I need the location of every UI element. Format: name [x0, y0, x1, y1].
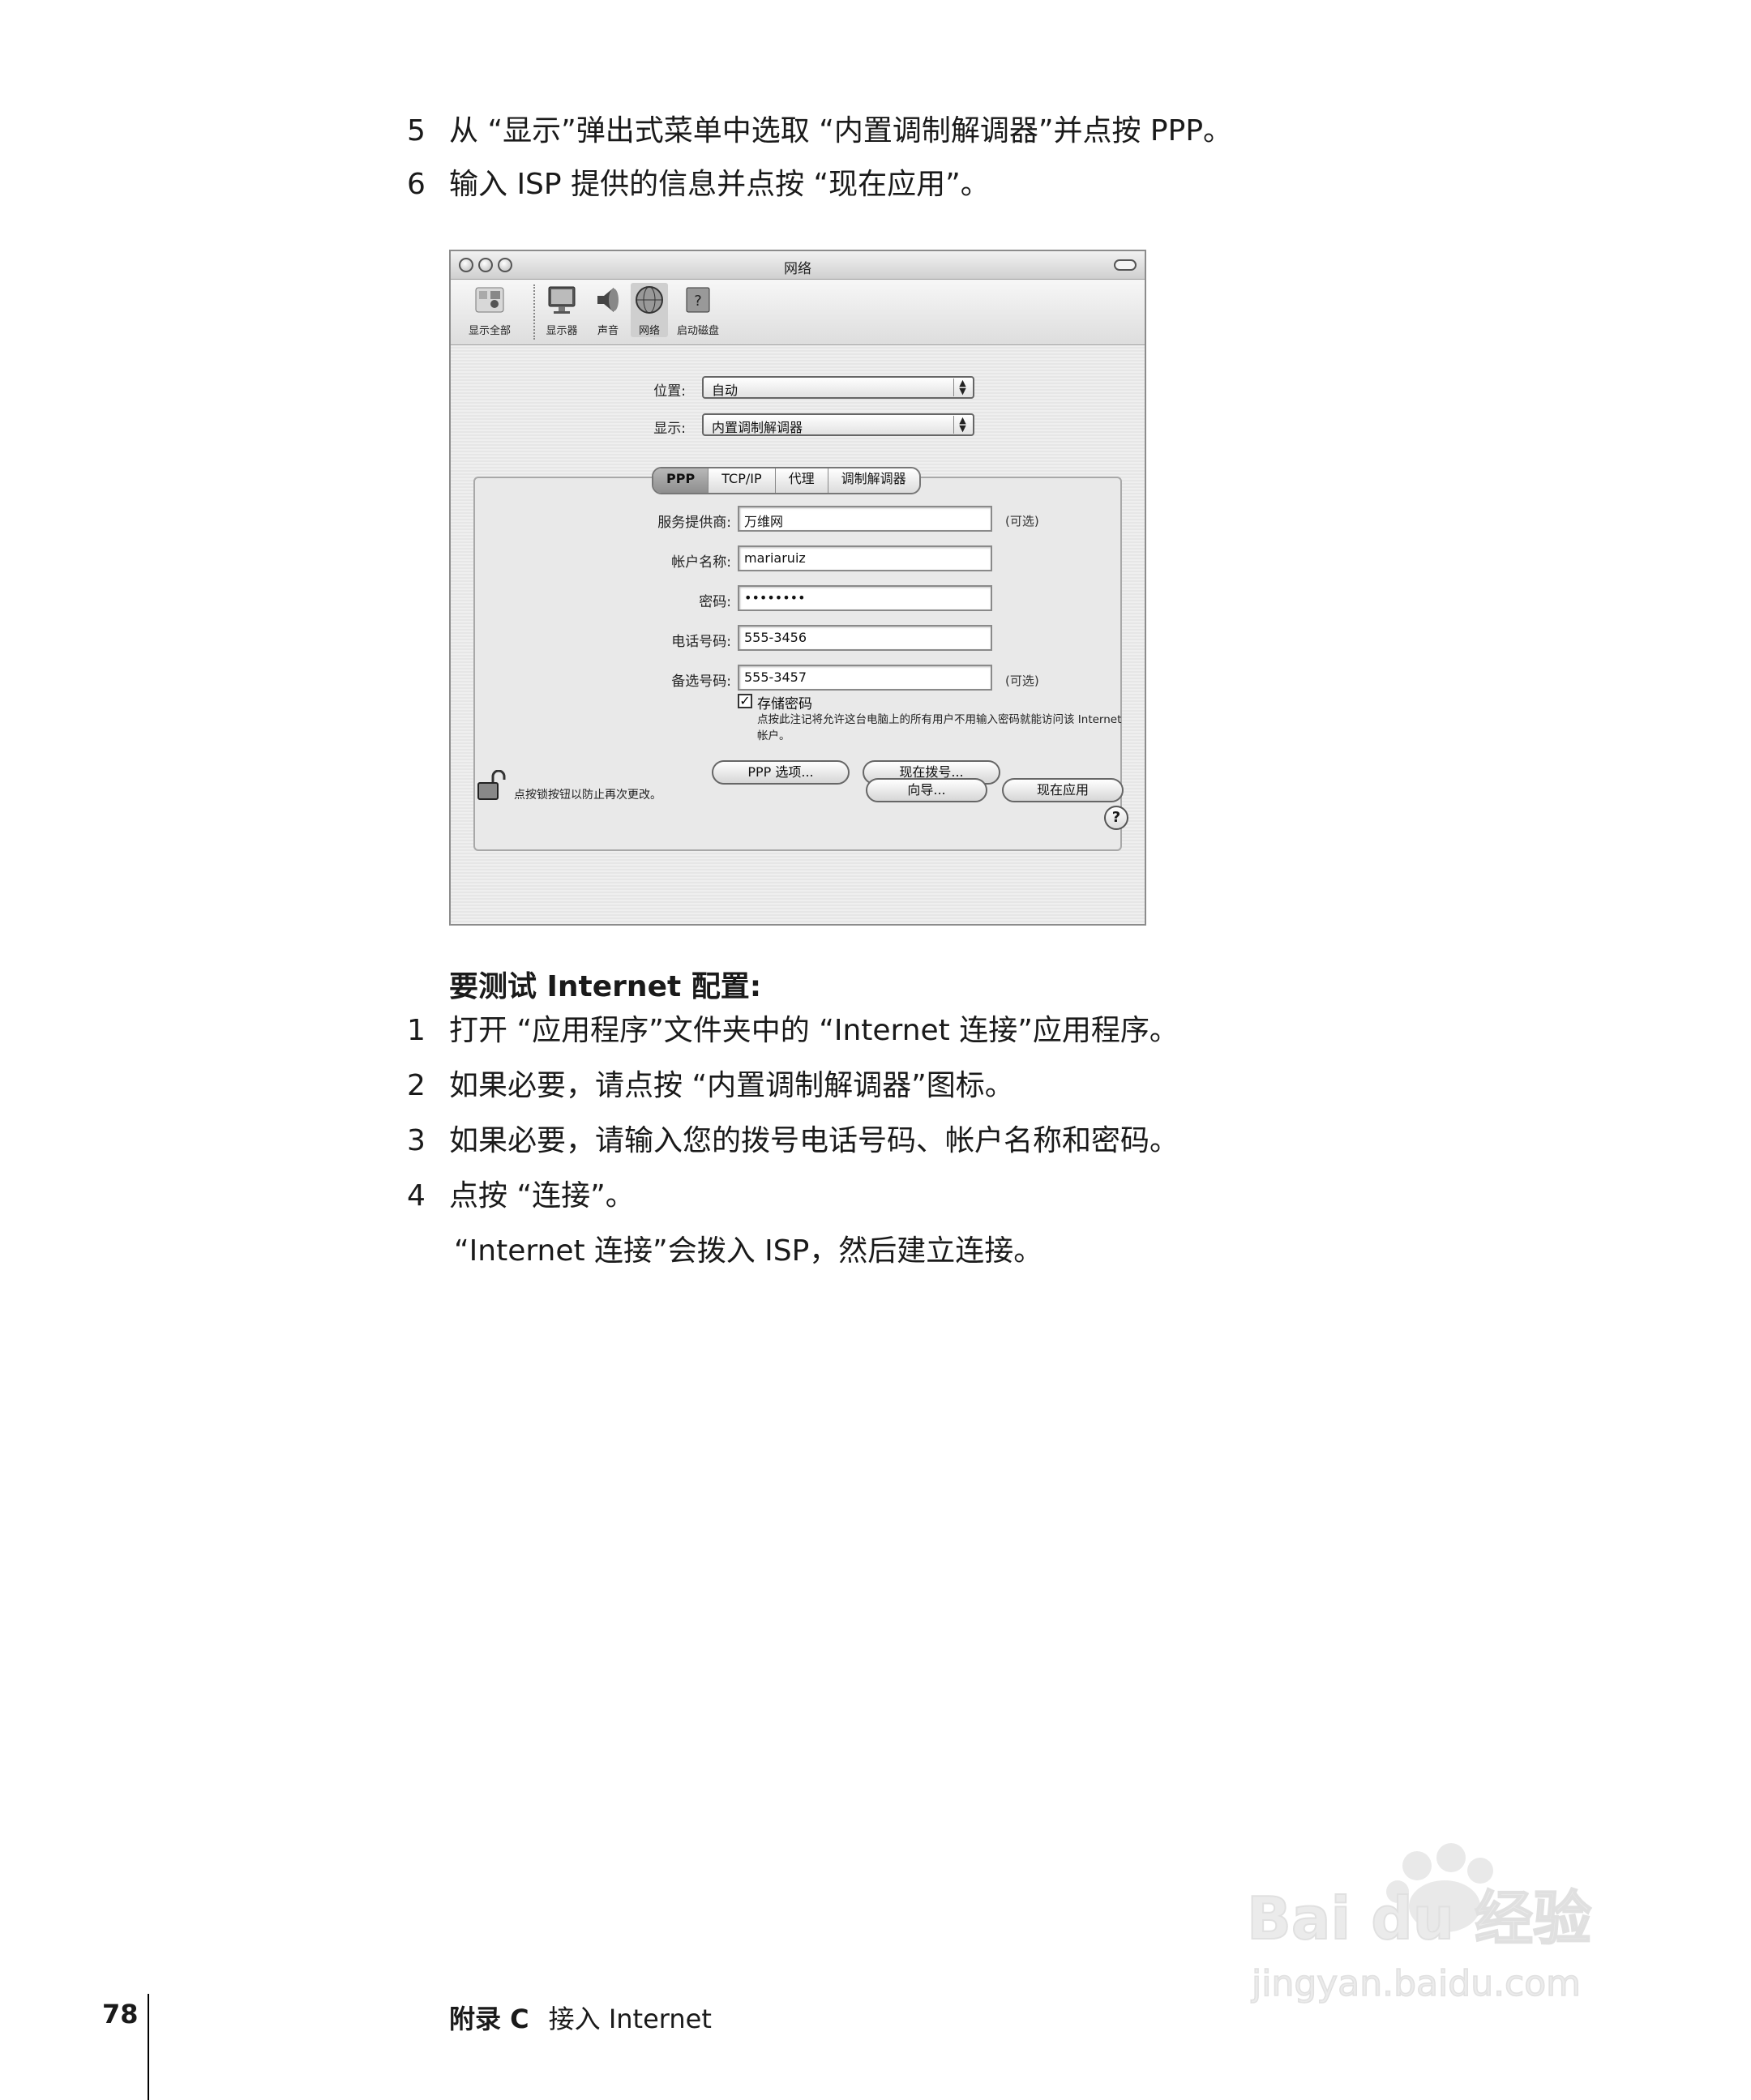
appendix-label: 附录 C — [449, 2004, 529, 2034]
show-label: 显示: — [653, 421, 686, 437]
step-text: 输入 ISP 提供的信息并点按 “现在应用”。 — [449, 168, 990, 201]
updown-arrows-icon: ▲ ▼ — [953, 416, 971, 434]
tab-modem[interactable]: 调制解调器 — [828, 468, 919, 493]
apply-now-button[interactable]: 现在应用 — [1002, 778, 1124, 802]
assist-me-button[interactable]: 向导... — [866, 778, 987, 802]
ppp-options-button[interactable]: PPP 选项... — [712, 760, 850, 785]
step-number: 6 — [407, 168, 426, 201]
step-text: 如果必要，请点按 “内置调制解调器”图标。 — [449, 1069, 1014, 1102]
toolbar-network[interactable]: 网络 — [631, 283, 668, 337]
title-bar: 网络 — [451, 251, 1145, 280]
page-number: 78 — [102, 1999, 139, 2029]
toolbar-label: 声音 — [597, 325, 619, 337]
toolbar-label: 显示器 — [546, 325, 578, 337]
toolbar-displays[interactable]: 显示器 — [540, 283, 584, 337]
tab-tcpip[interactable]: TCP/IP — [709, 468, 776, 493]
svg-text:jingyan.baidu.com: jingyan.baidu.com — [1251, 1963, 1581, 2004]
lock-icon[interactable] — [475, 770, 507, 802]
show-value: 内置调制解调器 — [712, 420, 803, 435]
toolbar-separator — [533, 284, 535, 340]
updown-arrows-icon: ▲ ▼ — [953, 379, 971, 396]
toolbar-sound[interactable]: 声音 — [589, 283, 627, 337]
chapter-title: 接入 Internet — [548, 2004, 712, 2034]
lock-note: 点按锁按钮以防止再次更改。 — [514, 789, 661, 802]
section-heading: 要测试 Internet 配置: — [449, 970, 762, 1003]
location-label: 位置: — [653, 383, 686, 400]
baidu-jingyan-watermark: Bai du 经验 jingyan.baidu.com — [1246, 1843, 1592, 2005]
step-text: 打开 “应用程序”文件夹中的 “Internet 连接”应用程序。 — [449, 1014, 1179, 1047]
toolbar-show-all[interactable]: 显示全部 — [462, 283, 517, 337]
toolbar-label: 启动磁盘 — [676, 325, 719, 337]
globe-icon — [636, 286, 663, 314]
phone-number-field[interactable]: 555-3456 — [738, 625, 992, 651]
field-label: 备选号码: — [671, 674, 731, 690]
help-button[interactable]: ? — [1104, 806, 1128, 830]
network-pane: 位置: 自动 ▲ ▼ 显示: 内置调制解调器 ▲ ▼ 服务提供商: 万维网 (可选)… — [451, 345, 1145, 924]
step-number: 2 — [407, 1069, 426, 1102]
tab-ppp[interactable]: PPP — [653, 468, 709, 493]
toolbar-startup-disk[interactable]: ? 启动磁盘 — [671, 283, 725, 337]
password-field[interactable]: •••••••• — [738, 585, 992, 611]
step-text: 点按 “连接”。 — [449, 1179, 635, 1213]
field-label: 帐户名称: — [671, 554, 731, 571]
step-number: 3 — [407, 1124, 426, 1157]
service-provider-field[interactable]: 万维网 — [738, 506, 992, 532]
step-text: 如果必要，请输入您的拨号电话号码、帐户名称和密码。 — [449, 1124, 1179, 1157]
toolbar-toggle-button[interactable] — [1114, 259, 1137, 271]
tab-bar: PPP TCP/IP 代理 调制解调器 — [652, 467, 921, 494]
result-text: “Internet 连接”会拨入 ISP，然后建立连接。 — [454, 1234, 1043, 1268]
save-password-label: 存储密码 — [757, 696, 812, 712]
step-number: 1 — [407, 1014, 426, 1047]
account-name-field[interactable]: mariaruiz — [738, 545, 992, 571]
save-password-note: 点按此注记将允许这台电脑上的所有用户不用输入密码就能访问该 Internet 帐… — [757, 713, 1122, 742]
step-number: 4 — [407, 1179, 426, 1213]
window-title: 网络 — [784, 261, 811, 277]
speaker-icon — [597, 288, 619, 312]
svg-text:Bai du 经验: Bai du 经验 — [1247, 1884, 1591, 1952]
display-icon — [548, 286, 576, 314]
field-label: 服务提供商: — [657, 515, 731, 531]
toolbar: 显示全部 显示器 声音 网络 ? 启动磁盘 — [451, 280, 1145, 345]
apple-grid-icon — [475, 287, 504, 313]
show-popup[interactable]: 内置调制解调器 ▲ ▼ — [702, 413, 974, 436]
location-value: 自动 — [712, 383, 739, 398]
running-footer: 附录 C 接入 Internet — [449, 1999, 712, 2036]
footer-divider — [148, 1994, 149, 2100]
field-label: 电话号码: — [671, 634, 731, 650]
step-text: 从 “显示”弹出式菜单中选取 “内置调制解调器”并点按 PPP。 — [449, 114, 1233, 148]
field-label: 密码: — [699, 594, 731, 610]
startup-disk-icon: ? — [686, 287, 710, 313]
tab-proxies[interactable]: 代理 — [776, 468, 828, 493]
alternate-number-field[interactable]: 555-3457 — [738, 665, 992, 691]
network-preferences-window: 网络 显示全部 显示器 声音 网络 ? 启动磁盘 位置: 自动 ▲ ▼ 显示: … — [449, 250, 1146, 926]
save-password-checkbox[interactable]: ✓ — [738, 694, 752, 708]
location-popup[interactable]: 自动 ▲ ▼ — [702, 376, 974, 399]
toolbar-label: 网络 — [638, 325, 660, 337]
optional-note: (可选) — [1005, 514, 1039, 528]
toolbar-label: 显示全部 — [468, 325, 511, 337]
step-number: 5 — [407, 114, 426, 148]
svg-text:?: ? — [694, 293, 702, 310]
optional-note: (可选) — [1005, 674, 1039, 688]
